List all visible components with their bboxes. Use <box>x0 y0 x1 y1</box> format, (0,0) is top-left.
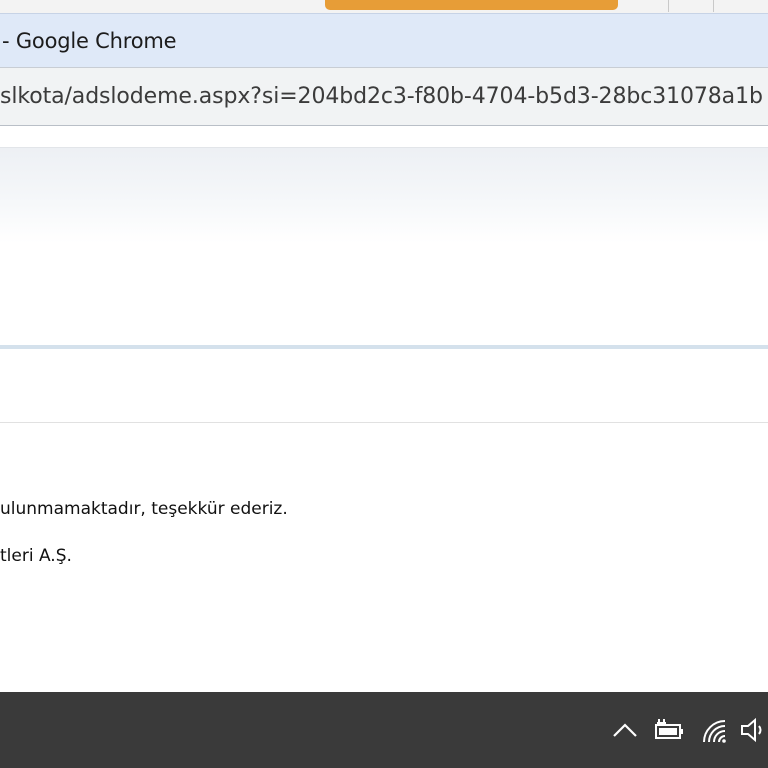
page-top-spacer <box>0 126 768 148</box>
page-content: ulunmamaktadır, teşekkür ederiz. tleri A… <box>0 126 768 692</box>
address-bar[interactable]: slkota/adslodeme.aspx?si=204bd2c3-f80b-4… <box>0 67 768 126</box>
wifi-icon[interactable] <box>696 712 732 748</box>
background-orange-tab[interactable] <box>325 0 618 10</box>
page-header <box>0 148 768 346</box>
volume-icon[interactable] <box>736 712 768 748</box>
chevron-up-icon[interactable] <box>607 712 643 748</box>
strip-divider <box>668 0 669 12</box>
sub-header-bar <box>0 349 768 423</box>
battery-charging-icon[interactable] <box>651 712 687 748</box>
background-window-strip <box>0 0 768 13</box>
window-title-bar[interactable]: - Google Chrome <box>0 13 768 67</box>
strip-divider <box>713 0 714 12</box>
taskbar <box>0 692 768 768</box>
screen: - Google Chrome slkota/adslodeme.aspx?si… <box>0 0 768 768</box>
window-title: - Google Chrome <box>2 29 177 53</box>
message-line-2: tleri A.Ş. <box>0 546 72 566</box>
address-url[interactable]: slkota/adslodeme.aspx?si=204bd2c3-f80b-4… <box>0 84 763 109</box>
message-line-1: ulunmamaktadır, teşekkür ederiz. <box>0 499 288 519</box>
